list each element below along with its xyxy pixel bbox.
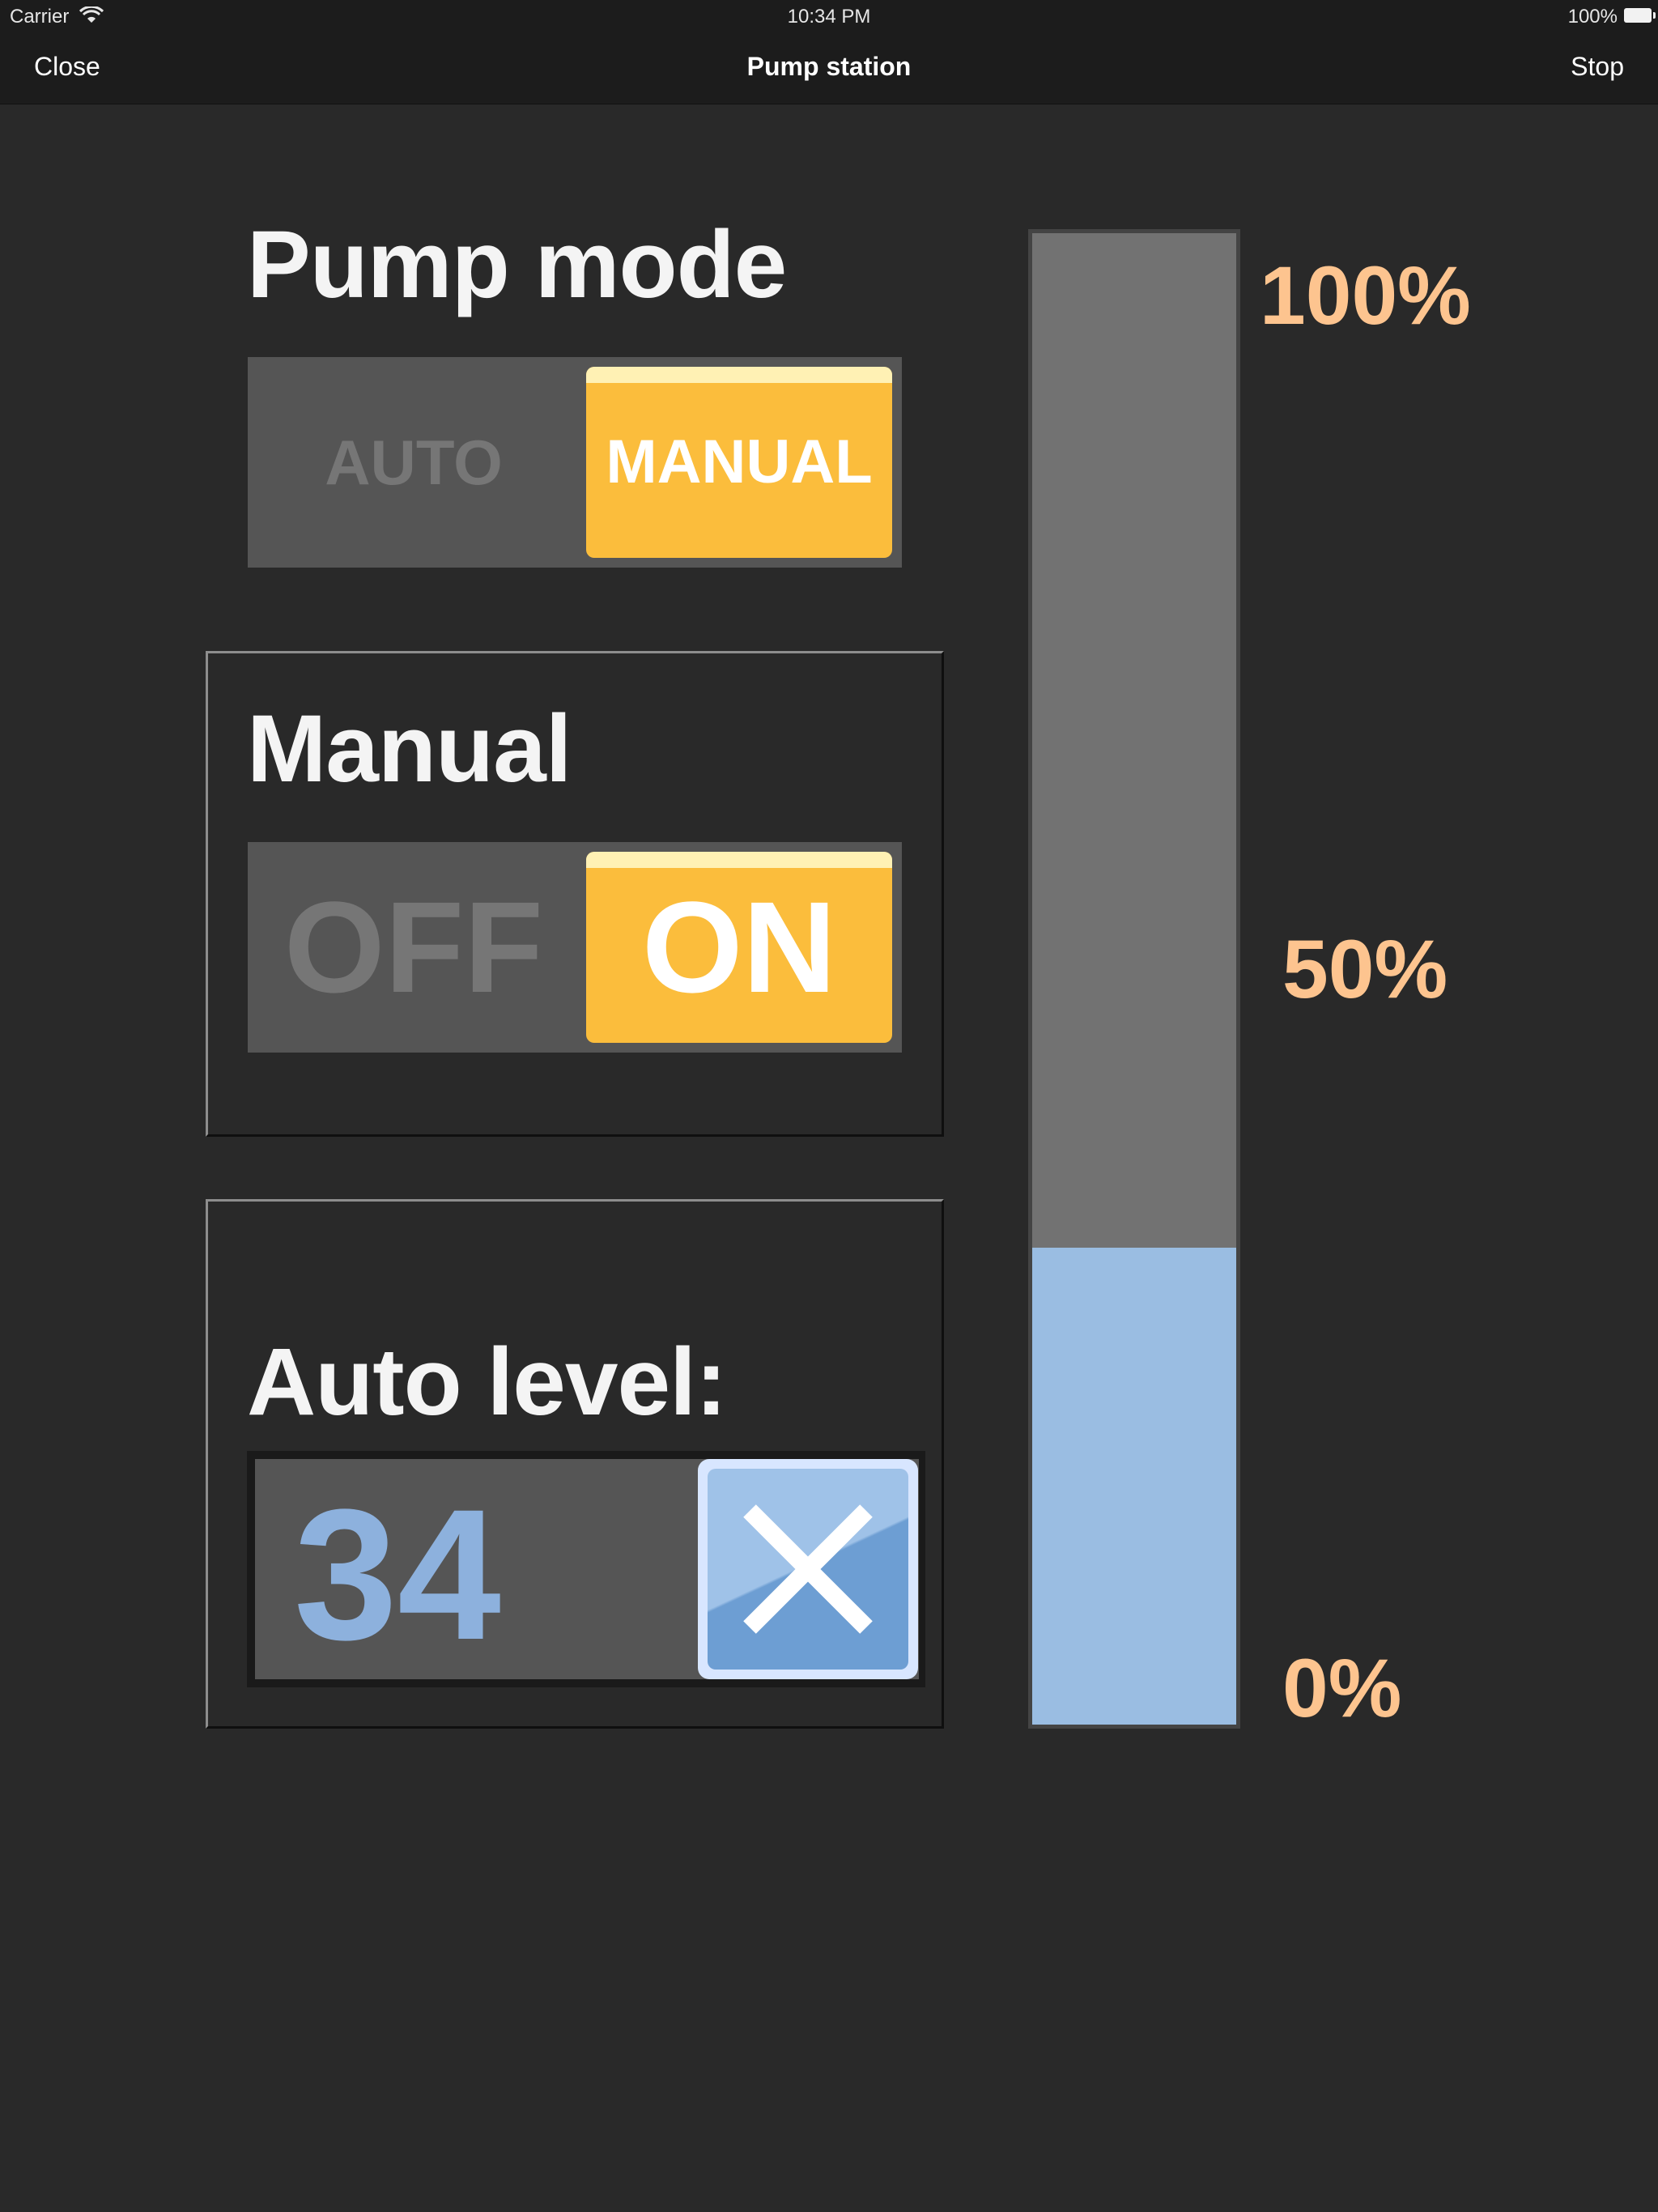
clear-button-face xyxy=(708,1469,908,1670)
manual-on-label: ON xyxy=(642,874,836,1019)
manual-off-option[interactable]: OFF xyxy=(248,842,580,1053)
manual-heading: Manual xyxy=(247,696,572,802)
pump-mode-manual-label: MANUAL xyxy=(606,428,873,496)
tank-label-0: 0% xyxy=(1282,1642,1402,1734)
pump-mode-auto-option[interactable]: AUTO xyxy=(248,357,580,568)
manual-switch: OFF ON xyxy=(248,842,902,1053)
clear-button[interactable] xyxy=(698,1459,918,1679)
tank-label-100: 100% xyxy=(1260,249,1471,342)
auto-level-heading: Auto level: xyxy=(247,1329,727,1436)
battery-percent: 100% xyxy=(1567,6,1618,28)
tank-label-50: 50% xyxy=(1282,923,1448,1015)
status-bar: Carrier 10:34 PM 100% xyxy=(0,0,1658,32)
close-icon xyxy=(743,1504,873,1634)
stop-button[interactable]: Stop xyxy=(1571,52,1624,82)
auto-level-value: 34 xyxy=(294,1470,501,1678)
tank-level-fill xyxy=(1032,1247,1236,1725)
pump-mode-heading: Pump mode xyxy=(247,211,787,318)
navigation-bar: Close Pump station Stop xyxy=(0,32,1658,104)
status-time: 10:34 PM xyxy=(787,6,871,28)
pump-mode-manual-option[interactable]: MANUAL xyxy=(586,367,892,558)
page-title: Pump station xyxy=(746,52,912,81)
manual-on-option[interactable]: ON xyxy=(586,852,892,1043)
battery-icon xyxy=(1624,8,1656,23)
tank-level-gauge xyxy=(1028,229,1240,1729)
pump-mode-selector: AUTO MANUAL xyxy=(248,357,902,568)
